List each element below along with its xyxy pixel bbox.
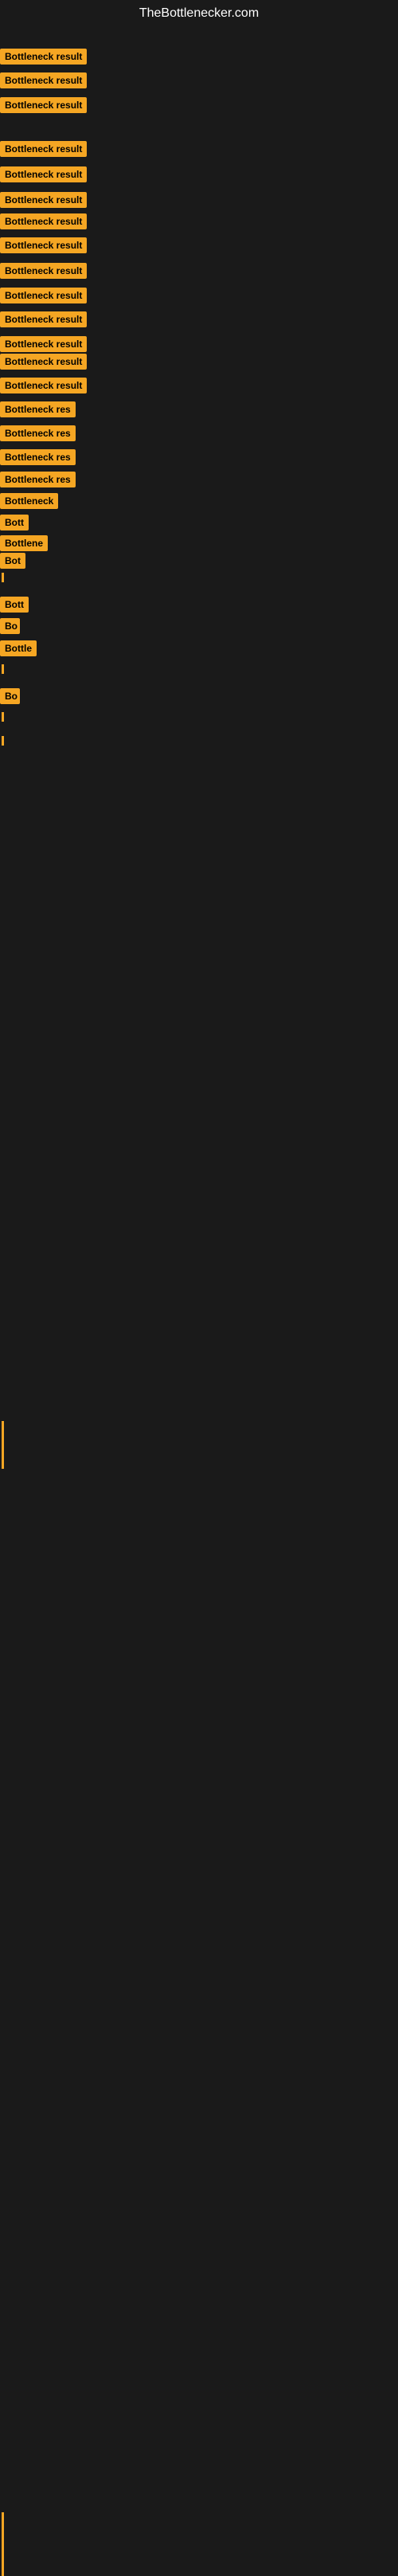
bottleneck-badge: Bottleneck result bbox=[0, 72, 87, 88]
bottleneck-badge: Bottleneck bbox=[0, 493, 58, 509]
bottleneck-badge: Bott bbox=[0, 597, 29, 613]
bottleneck-badge: Bottleneck result bbox=[0, 141, 87, 157]
bottleneck-badge: Bottleneck result bbox=[0, 263, 87, 279]
bottleneck-badge: Bo bbox=[0, 688, 20, 704]
bottleneck-badge: Bottle bbox=[0, 640, 37, 656]
bottleneck-badge: Bottleneck result bbox=[0, 213, 87, 229]
bottleneck-badge: Bottleneck result bbox=[0, 166, 87, 182]
vertical-line-indicator bbox=[2, 2512, 4, 2544]
bottleneck-indicator bbox=[2, 712, 4, 722]
bottleneck-badge: Bottleneck result bbox=[0, 192, 87, 208]
site-title: TheBottlenecker.com bbox=[0, 0, 398, 27]
bottleneck-badge: Bottleneck result bbox=[0, 97, 87, 113]
bottleneck-badge: Bottleneck res bbox=[0, 401, 76, 417]
bottleneck-badge: Bot bbox=[0, 553, 25, 569]
bottleneck-badge: Bottleneck result bbox=[0, 288, 87, 303]
bottleneck-badge: Bottleneck result bbox=[0, 336, 87, 352]
bottleneck-badge: Bottleneck result bbox=[0, 311, 87, 327]
bottleneck-badge: Bottleneck result bbox=[0, 378, 87, 393]
bottleneck-indicator bbox=[2, 664, 4, 674]
bottleneck-indicator bbox=[2, 573, 4, 582]
bottleneck-badge: Bottleneck result bbox=[0, 49, 87, 65]
vertical-line-indicator bbox=[2, 1421, 4, 1469]
bottleneck-badge: Bottleneck result bbox=[0, 354, 87, 370]
bottleneck-indicator bbox=[2, 736, 4, 746]
vertical-line-indicator bbox=[2, 2544, 4, 2576]
bottleneck-badge: Bottlene bbox=[0, 535, 48, 551]
bottleneck-badge: Bottleneck result bbox=[0, 237, 87, 253]
bottleneck-badge: Bottleneck res bbox=[0, 472, 76, 487]
bottleneck-badge: Bottleneck res bbox=[0, 449, 76, 465]
bottleneck-badge: Bott bbox=[0, 515, 29, 530]
bottleneck-badge: Bo bbox=[0, 618, 20, 634]
bottleneck-badge: Bottleneck res bbox=[0, 425, 76, 441]
